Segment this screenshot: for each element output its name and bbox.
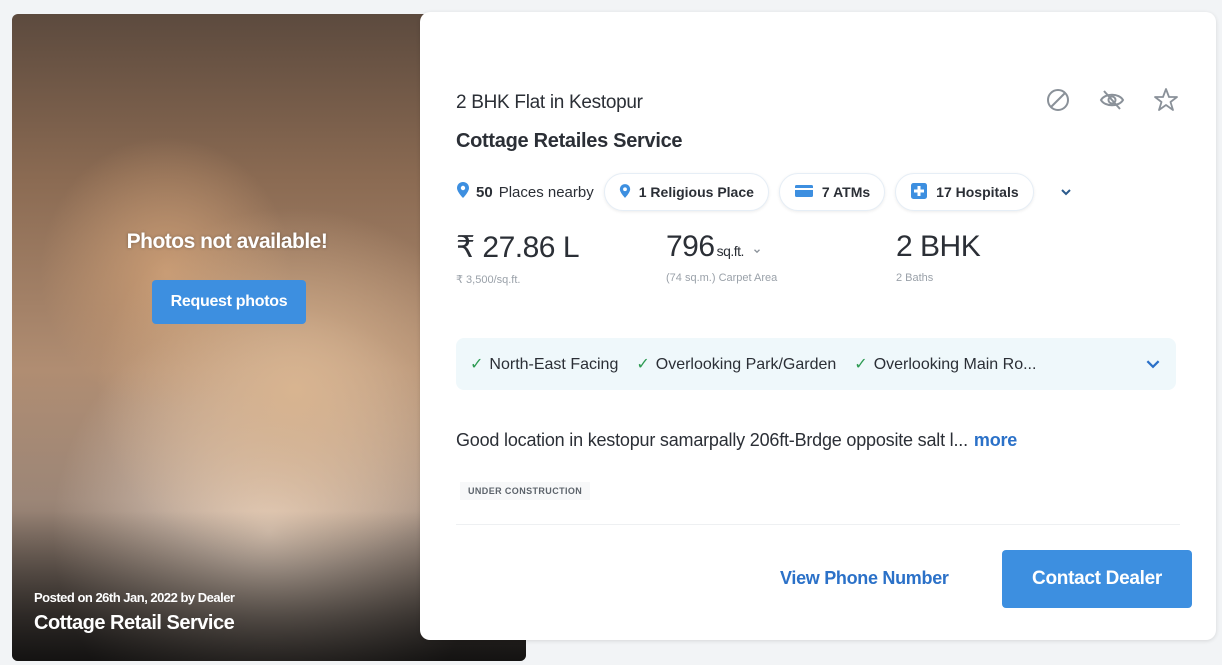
area-value: 796 bbox=[666, 230, 715, 263]
chevron-down-icon[interactable] bbox=[1058, 184, 1074, 200]
chip-label: 1 Religious Place bbox=[638, 184, 754, 200]
star-icon[interactable] bbox=[1152, 86, 1180, 114]
features-strip: ✓ North-East Facing ✓ Overlooking Park/Gar… bbox=[456, 338, 1176, 390]
posted-info: Posted on 26th Jan, 2022 by Dealer bbox=[34, 590, 235, 605]
price-stat: ₹ 27.86 L ₹ 3,500/sq.ft. bbox=[456, 230, 666, 286]
price-per-sqft: ₹ 3,500/sq.ft. bbox=[456, 274, 521, 286]
seller-name[interactable]: Cottage Retailes Service bbox=[456, 130, 683, 153]
feature-item: ✓ North-East Facing bbox=[470, 356, 619, 373]
atm-card-icon bbox=[794, 184, 814, 201]
nearby-chip-hospitals[interactable]: 17 Hospitals bbox=[895, 173, 1034, 211]
check-icon: ✓ bbox=[636, 356, 650, 373]
nearby-row: 50 Places nearby 1 Religious Place 7 ATM… bbox=[456, 172, 1074, 212]
chip-label: 17 Hospitals bbox=[936, 184, 1019, 200]
listing-card: 2 BHK Flat in Kestopur Cottage Retailes … bbox=[420, 12, 1216, 640]
config-value: 2 BHK bbox=[896, 230, 981, 263]
location-pin-icon bbox=[619, 183, 631, 202]
photo-dealer-name: Cottage Retail Service bbox=[34, 612, 235, 634]
check-icon: ✓ bbox=[470, 356, 484, 373]
check-icon: ✓ bbox=[854, 356, 868, 373]
nearby-chip-religious[interactable]: 1 Religious Place bbox=[603, 173, 769, 211]
chip-label: 7 ATMs bbox=[821, 184, 871, 200]
photos-unavailable-text: Photos not available! bbox=[126, 230, 328, 253]
key-stats: ₹ 27.86 L ₹ 3,500/sq.ft. 796 sq.ft. (74 … bbox=[456, 230, 1106, 286]
description: Good location in kestopur samarpally 206… bbox=[456, 430, 1017, 451]
card-actions bbox=[1044, 86, 1180, 114]
location-pin-icon bbox=[456, 181, 470, 203]
baths-count: 2 Baths bbox=[896, 272, 934, 284]
description-text: Good location in kestopur samarpally 206… bbox=[456, 430, 968, 450]
config-stat: 2 BHK 2 Baths bbox=[896, 230, 1106, 286]
feature-item: ✓ Overlooking Main Ro... bbox=[854, 356, 1037, 373]
listing-title[interactable]: 2 BHK Flat in Kestopur bbox=[456, 92, 643, 114]
block-icon[interactable] bbox=[1044, 86, 1072, 114]
status-badge: UNDER CONSTRUCTION bbox=[460, 482, 591, 500]
request-photos-button[interactable]: Request photos bbox=[152, 280, 306, 324]
divider bbox=[456, 524, 1180, 525]
chevron-down-icon[interactable] bbox=[752, 230, 762, 264]
contact-dealer-button[interactable]: Contact Dealer bbox=[1002, 550, 1192, 608]
area-value-row: 796 sq.ft. bbox=[666, 230, 896, 264]
area-stat[interactable]: 796 sq.ft. (74 sq.m.) Carpet Area bbox=[666, 230, 896, 286]
nearby-chip-atms[interactable]: 7 ATMs bbox=[778, 173, 886, 211]
hospital-cross-icon bbox=[910, 182, 928, 203]
nearby-label: Places nearby bbox=[498, 183, 594, 201]
hide-eye-icon[interactable] bbox=[1098, 86, 1126, 114]
chevron-down-icon[interactable] bbox=[1144, 355, 1162, 373]
feature-item: ✓ Overlooking Park/Garden bbox=[636, 356, 837, 373]
view-phone-link[interactable]: View Phone Number bbox=[780, 568, 949, 589]
nearby-count: 50 bbox=[476, 183, 493, 201]
nearby-summary[interactable]: 50 Places nearby bbox=[456, 172, 594, 212]
area-sub: (74 sq.m.) Carpet Area bbox=[666, 272, 778, 284]
more-link[interactable]: more bbox=[974, 430, 1017, 450]
price-value: ₹ 27.86 L bbox=[456, 231, 580, 264]
area-unit: sq.ft. bbox=[716, 243, 745, 259]
